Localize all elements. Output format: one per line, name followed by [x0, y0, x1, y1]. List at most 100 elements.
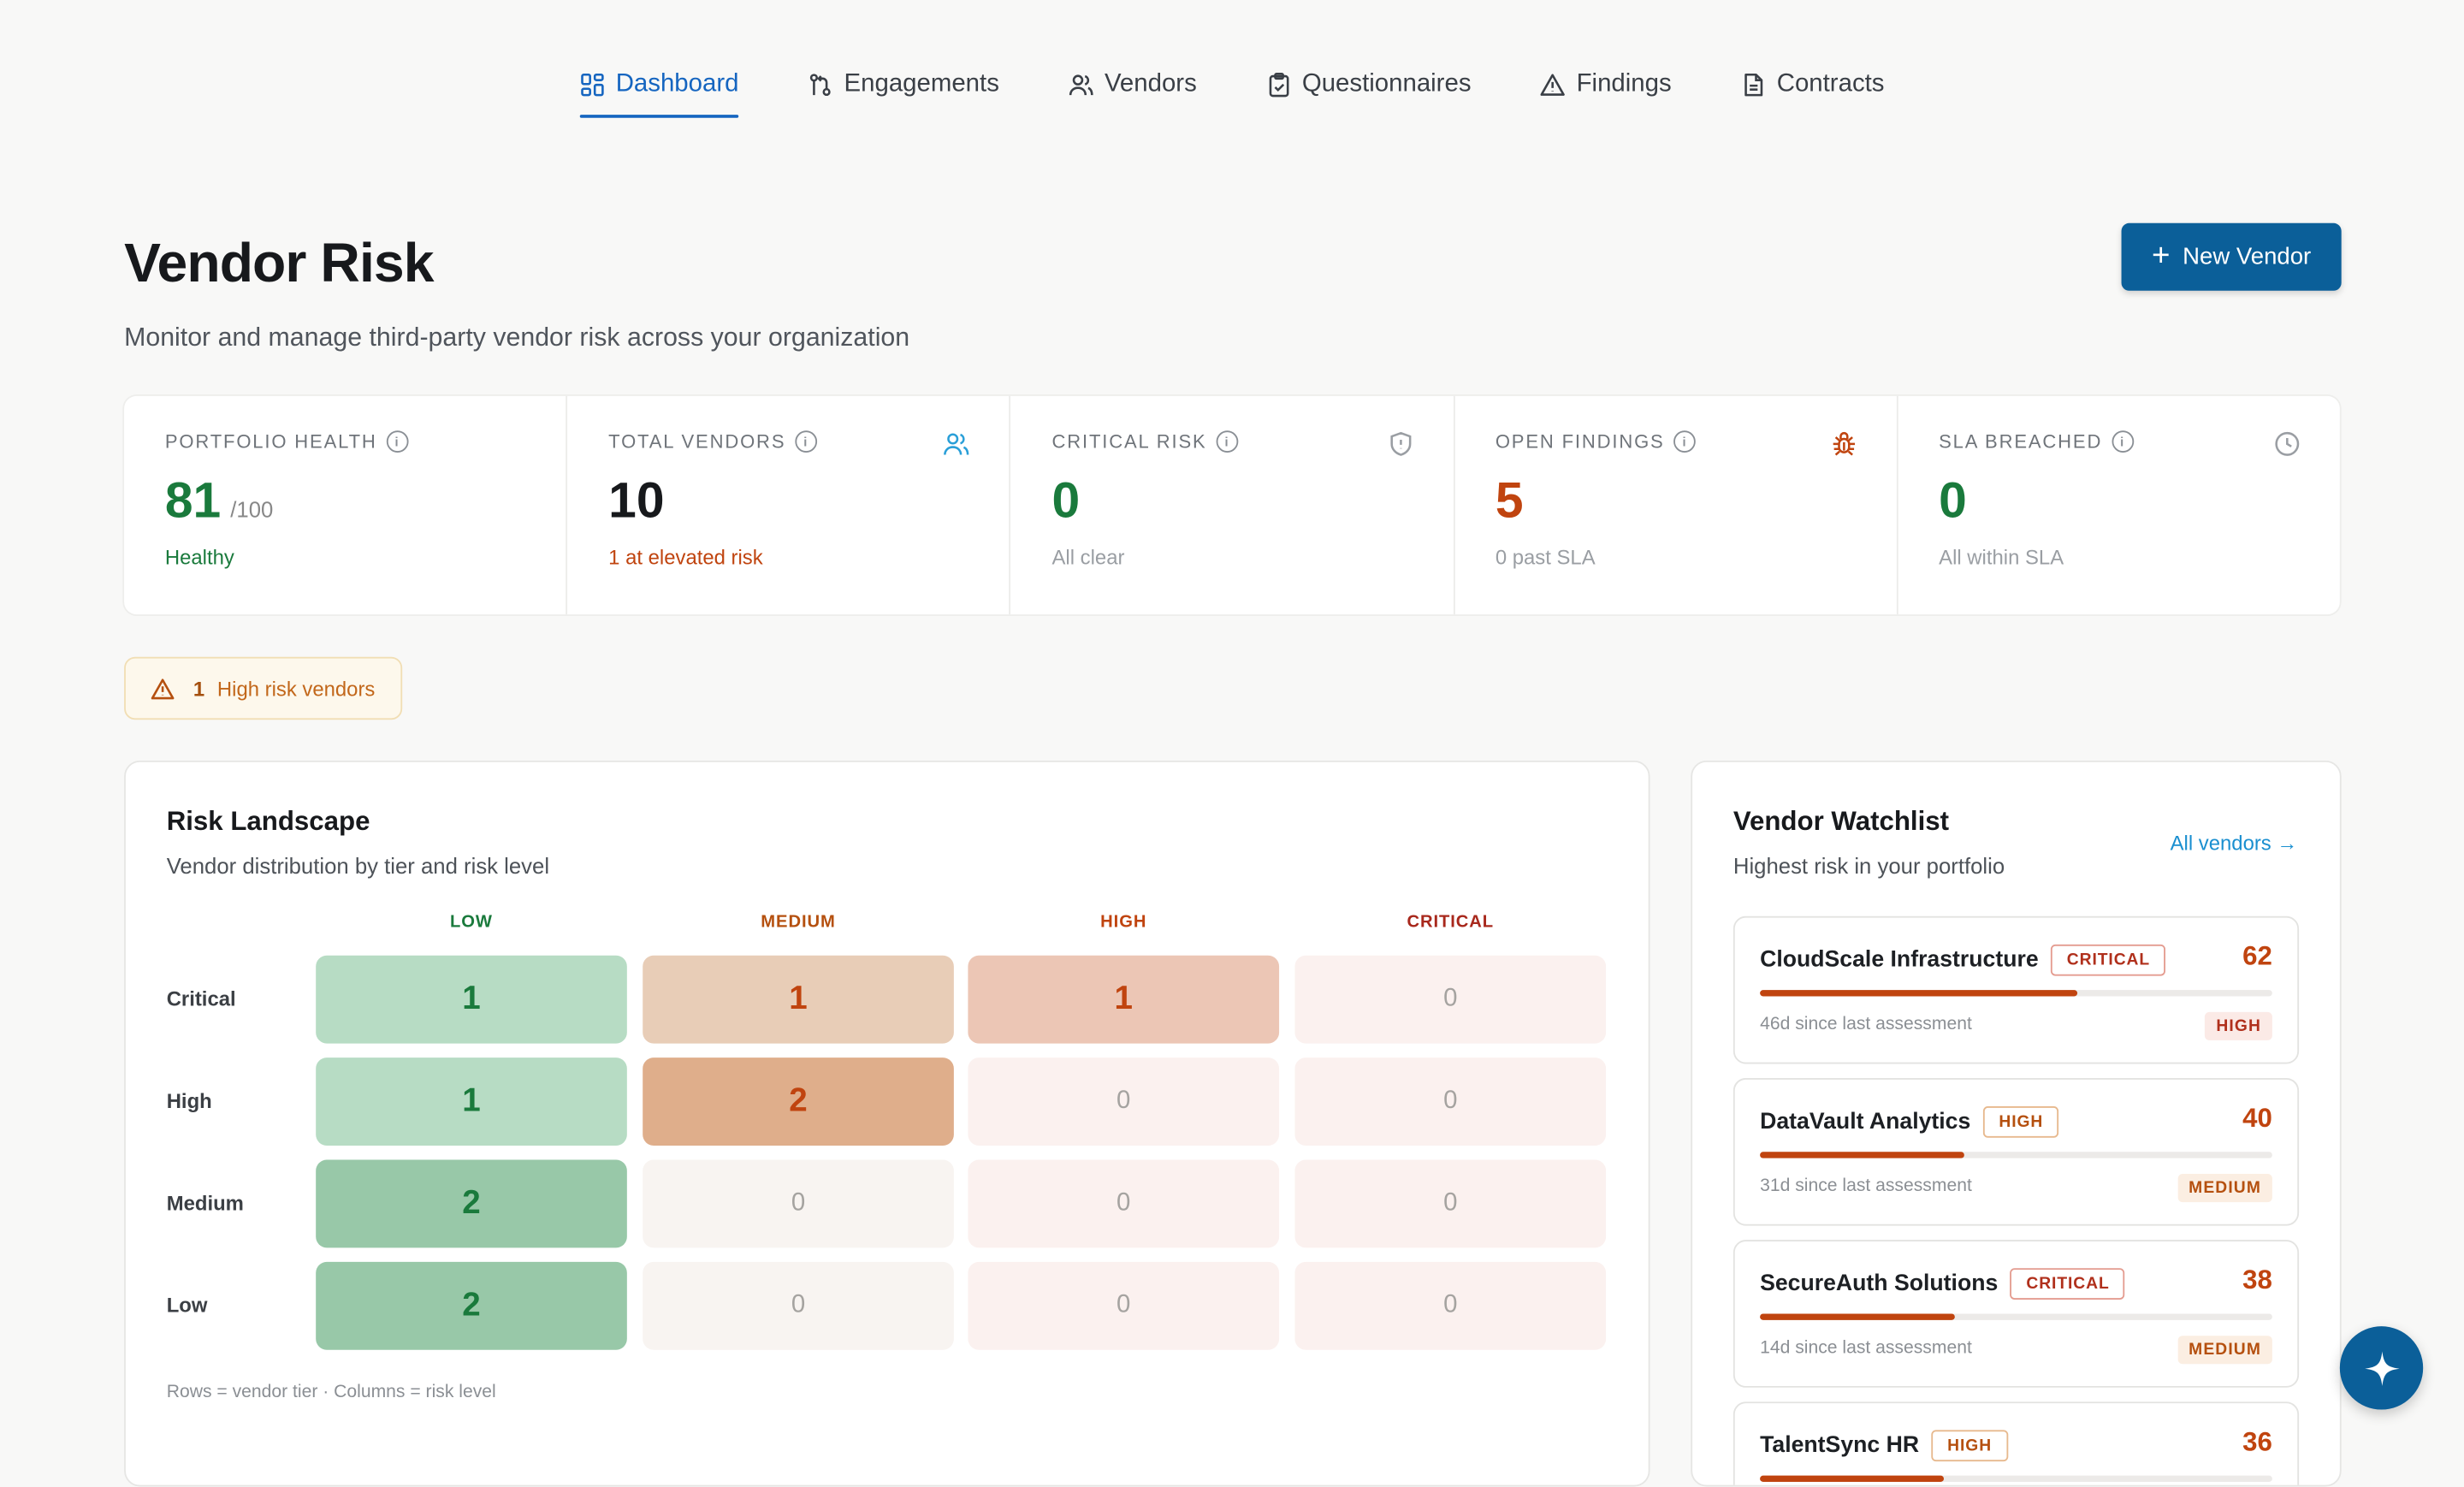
stat-value: 10 [608, 471, 665, 529]
nav-dashboard[interactable]: Dashboard [579, 70, 739, 118]
heatmap-cell[interactable]: 0 [1294, 1057, 1607, 1146]
warning-icon [1540, 74, 1566, 96]
clock-icon [2275, 431, 2300, 456]
heatmap-cell[interactable]: 0 [1294, 1261, 1607, 1350]
vendor-name: SecureAuth Solutions [1760, 1271, 1999, 1297]
vendor-name: CloudScale Infrastructure [1760, 947, 2039, 973]
row-header: High [166, 1088, 212, 1113]
tier-badge: HIGH [1983, 1106, 2059, 1138]
bug-icon [1833, 431, 1855, 456]
heatmap-cell[interactable]: 2 [643, 1057, 954, 1146]
risk-score-bar [1760, 1152, 2272, 1158]
info-icon[interactable]: i [386, 430, 409, 453]
risk-level-tag: MEDIUM [2177, 1174, 2272, 1203]
info-icon[interactable]: i [1673, 430, 1697, 453]
users-icon [1069, 74, 1093, 96]
nav-label: Questionnaires [1301, 70, 1472, 98]
warning-icon [151, 678, 175, 699]
card-title: Vendor Watchlist [1732, 806, 1950, 837]
info-icon[interactable]: i [795, 430, 818, 453]
risk-score: 36 [2242, 1426, 2272, 1457]
assessment-age: 14d since last assessment [1760, 1338, 1972, 1358]
heatmap-legend-note: Rows = vendor tier · Columns = risk leve… [166, 1383, 496, 1402]
nav-label: Findings [1576, 70, 1672, 98]
info-icon[interactable]: i [2112, 430, 2134, 453]
new-vendor-button[interactable]: + New Vendor [2121, 222, 2342, 291]
nav-vendors[interactable]: Vendors [1069, 71, 1197, 118]
tier-badge: CRITICAL [2011, 1268, 2126, 1300]
page-subtitle: Monitor and manage third-party vendor ri… [124, 323, 910, 352]
clipboard-icon [1268, 73, 1288, 98]
column-header: LOW [450, 913, 493, 933]
risk-score-bar-fill [1760, 1152, 1965, 1158]
stat-value: 0 [1939, 471, 1967, 529]
vendor-name-row: SecureAuth Solutions CRITICAL [1760, 1268, 2126, 1300]
stat-note: 1 at elevated risk [608, 545, 763, 569]
watchlist-vendor-card[interactable]: DataVault Analytics HIGH 40 31d since las… [1732, 1077, 2300, 1226]
stat-note: Healthy [164, 545, 234, 569]
dashboard-icon [580, 73, 604, 97]
nav-findings[interactable]: Findings [1540, 70, 1672, 118]
high-risk-alert[interactable]: 1 High risk vendors [124, 656, 402, 720]
nav-label: Dashboard [615, 70, 739, 98]
tier-badge: HIGH [1931, 1430, 2008, 1462]
watchlist-vendor-card[interactable]: CloudScale Infrastructure CRITICAL 62 46d… [1732, 915, 2300, 1064]
heatmap-cell[interactable]: 0 [968, 1261, 1280, 1350]
stat-label: CRITICAL RISK i [1051, 430, 1412, 453]
heatmap-cell[interactable]: 0 [968, 1159, 1280, 1248]
nav-label: Engagements [844, 70, 999, 98]
heatmap-cell[interactable]: 1 [316, 1057, 627, 1146]
card-title: Risk Landscape [166, 806, 370, 837]
floating-action-button[interactable] [2339, 1326, 2424, 1410]
watchlist-vendor-card[interactable]: SecureAuth Solutions CRITICAL 38 14d sinc… [1732, 1240, 2300, 1388]
all-vendors-link[interactable]: All vendors → [2171, 832, 2298, 856]
heatmap-cell[interactable]: 0 [1294, 955, 1607, 1044]
watchlist-vendor-card[interactable]: TalentSync HR HIGH 36 [1732, 1401, 2300, 1485]
stat-label: TOTAL VENDORS i [608, 430, 968, 453]
stat-card: PORTFOLIO HEALTH i 81/100 Healthy [124, 396, 566, 614]
heatmap-cell[interactable]: 1 [643, 955, 954, 1044]
column-header: MEDIUM [761, 913, 836, 933]
assessment-age: 31d since last assessment [1760, 1176, 1972, 1196]
stat-card: TOTAL VENDORS i 10 1 at elevated risk [566, 395, 1010, 615]
nav-questionnaires[interactable]: Questionnaires [1266, 71, 1472, 118]
nav-label: Vendors [1104, 70, 1197, 98]
users-icon [944, 433, 970, 455]
nav-engagements[interactable]: Engagements [808, 71, 999, 118]
page-title: Vendor Risk [124, 232, 434, 294]
card-subtitle: Vendor distribution by tier and risk lev… [166, 853, 550, 879]
risk-score: 38 [2242, 1265, 2272, 1295]
risk-level-tag: MEDIUM [2177, 1336, 2272, 1365]
info-icon[interactable]: i [1216, 430, 1239, 453]
risk-score-bar-fill [1760, 1313, 1955, 1320]
heatmap-cell[interactable]: 0 [968, 1057, 1280, 1146]
risk-score-bar-fill [1760, 990, 2078, 997]
vendor-name: DataVault Analytics [1760, 1109, 1971, 1135]
stat-value: 0 [1051, 471, 1081, 529]
tier-badge: CRITICAL [2051, 944, 2166, 976]
vendor-name-row: CloudScale Infrastructure CRITICAL [1760, 944, 2166, 976]
heatmap-cell[interactable]: 0 [643, 1261, 954, 1350]
shield-icon [1389, 431, 1411, 456]
heatmap-cell[interactable]: 1 [316, 955, 627, 1044]
heatmap-cell[interactable]: 0 [1294, 1159, 1607, 1248]
risk-score-bar [1760, 1475, 2272, 1483]
stat-suffix: /100 [230, 496, 274, 522]
heatmap-cell[interactable]: 2 [316, 1261, 627, 1350]
column-header: CRITICAL [1407, 913, 1495, 933]
heatmap-cell[interactable]: 2 [316, 1159, 627, 1248]
risk-score: 62 [2242, 941, 2272, 972]
heatmap-cell[interactable]: 1 [968, 955, 1280, 1044]
stats-bar: PORTFOLIO HEALTH i 81/100 Healthy TOTAL V… [124, 395, 2340, 615]
risk-score-bar [1760, 1313, 2272, 1320]
sparkle-plus-icon [2364, 1350, 2399, 1386]
row-header: Low [166, 1293, 208, 1318]
plus-icon: + [2151, 238, 2171, 273]
heatmap-cell[interactable]: 0 [643, 1159, 954, 1248]
stat-label: PORTFOLIO HEALTH i [165, 430, 525, 453]
git-pull-icon [810, 74, 831, 97]
nav-contracts[interactable]: Contracts [1740, 71, 1884, 118]
risk-score-bar [1760, 990, 2272, 997]
risk-score: 40 [2242, 1103, 2272, 1134]
risk-level-tag: HIGH [2205, 1011, 2272, 1040]
